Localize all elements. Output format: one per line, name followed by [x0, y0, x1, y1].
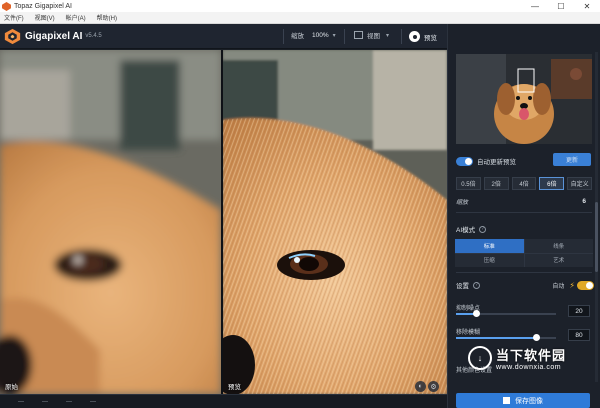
- pane-tools: ◐ ⚙: [413, 381, 439, 392]
- app-logo: Gigapixel AI v5.4.5: [0, 28, 102, 45]
- window-title: Topaz Gigapixel AI: [14, 2, 72, 10]
- menu-account[interactable]: 帐户(A): [66, 13, 86, 22]
- save-icon: [503, 397, 510, 404]
- original-image-pane[interactable]: 原始: [0, 50, 221, 394]
- minimize-button[interactable]: —: [522, 0, 548, 12]
- toolbar-divider: [401, 29, 402, 44]
- navigator-dog-image: [456, 54, 592, 144]
- menu-view[interactable]: 视图(V): [35, 13, 55, 22]
- settings-icon[interactable]: ⚙: [428, 381, 439, 392]
- status-item: —: [90, 398, 96, 405]
- lightning-icon: ⚡: [569, 280, 575, 290]
- mode-compressed[interactable]: 压缩: [455, 253, 524, 267]
- remove-blur-value[interactable]: 80: [568, 329, 590, 341]
- help-icon[interactable]: ?: [479, 225, 487, 233]
- split-view-icon: [354, 31, 363, 39]
- suppress-noise-slider: 抑制噪点 20: [456, 303, 594, 325]
- mode-standard[interactable]: 标准: [455, 239, 524, 253]
- download-logo-icon: ↓: [468, 346, 492, 370]
- zoom-value[interactable]: 100%: [312, 32, 329, 39]
- scale-options: 0.5倍 2倍 4倍 6倍 自定义: [456, 177, 592, 191]
- toolbar-divider: [283, 29, 284, 44]
- toolbar: Gigapixel AI v5.4.5 缩放 100% ▾ 视图 ▾ 预览: [0, 24, 447, 49]
- scale-label: 缩放: [456, 200, 469, 206]
- menu-file[interactable]: 文件(F): [4, 13, 24, 22]
- view-label: 视图: [367, 33, 380, 40]
- zoom-control[interactable]: 缩放 100% ▾: [291, 30, 336, 41]
- scale-value-row: 缩放 6: [456, 197, 586, 206]
- zoom-label: 缩放: [291, 33, 304, 40]
- app-icon: [2, 1, 11, 11]
- settings-row: 设置 ? 自动 ⚡: [456, 278, 594, 292]
- auto-update-label: 自动更新预览: [477, 159, 516, 166]
- watermark-sub: www.downxia.com: [496, 364, 562, 371]
- preview-button[interactable]: 预览: [405, 28, 443, 45]
- scrollbar-thumb[interactable]: [595, 202, 598, 272]
- close-button[interactable]: ✕: [574, 0, 600, 12]
- update-button[interactable]: 更新: [553, 153, 591, 166]
- auto-update-toggle[interactable]: [456, 156, 473, 166]
- app-name: Gigapixel AI: [25, 30, 83, 42]
- settings-auto-label: 自动: [552, 283, 565, 290]
- slider-knob[interactable]: [473, 310, 480, 317]
- sidebar-scrollbar[interactable]: [595, 52, 598, 382]
- slider-track[interactable]: [456, 310, 556, 317]
- ai-mode-title: AI模式 ?: [456, 224, 487, 234]
- gigapixel-logo-icon: [4, 28, 21, 44]
- status-bar: — — — —: [0, 394, 447, 408]
- original-dog-image: [0, 50, 221, 394]
- chevron-down-icon[interactable]: ▾: [333, 32, 336, 39]
- site-watermark: ↓ 当下软件园 www.downxia.com: [468, 345, 566, 371]
- settings-title: 设置: [456, 283, 469, 290]
- title-bar: Topaz Gigapixel AI — ☐ ✕: [0, 0, 600, 12]
- maximize-button[interactable]: ☐: [548, 0, 574, 12]
- scale-option-4x[interactable]: 4倍: [511, 177, 537, 190]
- original-label: 原始: [5, 384, 18, 391]
- remove-blur-label: 移除模糊: [456, 330, 481, 336]
- save-image-label: 保存图像: [515, 397, 543, 405]
- preview-label: 预览: [228, 384, 241, 391]
- scale-option-2x[interactable]: 2倍: [483, 177, 509, 190]
- preview-dog-image: [223, 50, 447, 394]
- window-controls: — ☐ ✕: [522, 0, 600, 12]
- preview-image-pane[interactable]: 预览 ◐ ⚙: [223, 50, 447, 394]
- view-control[interactable]: 视图 ▾: [354, 30, 389, 40]
- status-item: —: [42, 398, 48, 405]
- ai-mode-grid: 标准 线条 压缩 艺术: [455, 239, 593, 267]
- menu-help[interactable]: 帮助(H): [97, 13, 117, 22]
- slider-track[interactable]: [456, 334, 556, 341]
- slider-fill: [456, 337, 536, 339]
- preview-label: 预览: [424, 34, 437, 42]
- compare-icon[interactable]: ◐: [415, 381, 426, 392]
- auto-settings-toggle[interactable]: [577, 280, 594, 290]
- mode-art[interactable]: 艺术: [524, 253, 593, 267]
- app-version: v5.4.5: [85, 33, 102, 39]
- status-item: —: [66, 398, 72, 405]
- ai-mode-label: AI模式: [456, 227, 476, 234]
- save-image-button[interactable]: 保存图像: [456, 393, 590, 408]
- mode-lines[interactable]: 线条: [524, 239, 593, 253]
- chevron-down-icon[interactable]: ▾: [386, 32, 389, 39]
- watermark-main: 当下软件园: [496, 348, 567, 363]
- toolbar-divider: [344, 29, 345, 44]
- help-icon[interactable]: ?: [473, 281, 480, 289]
- scale-option-custom[interactable]: 自定义: [567, 177, 592, 190]
- section-divider: [456, 272, 592, 273]
- scale-value[interactable]: 6: [582, 198, 586, 205]
- slider-knob[interactable]: [533, 334, 540, 341]
- section-divider: [456, 212, 592, 213]
- menu-bar: 文件(F) 视图(V) 帐户(A) 帮助(H): [0, 12, 600, 24]
- status-item: —: [18, 398, 24, 405]
- eye-icon: [409, 31, 420, 42]
- scale-option-6x[interactable]: 6倍: [539, 177, 565, 190]
- suppress-noise-value[interactable]: 20: [568, 305, 590, 317]
- scale-option-0-5x[interactable]: 0.5倍: [456, 177, 481, 190]
